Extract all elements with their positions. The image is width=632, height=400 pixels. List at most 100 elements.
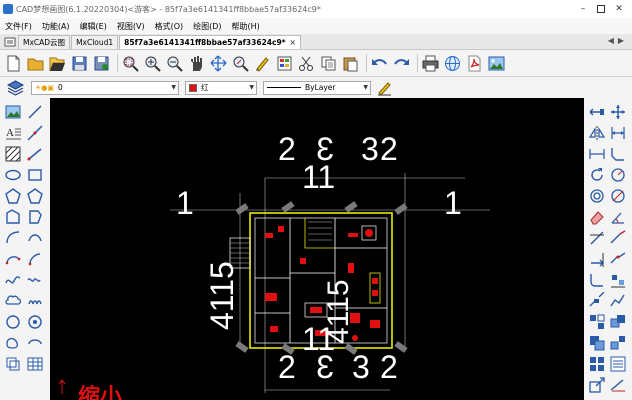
wave-line-button[interactable] <box>25 270 45 290</box>
tab-next-icon[interactable]: ▶ <box>618 36 624 45</box>
color-dropdown[interactable]: 红 ▼ <box>185 80 257 95</box>
tab-list-icon[interactable] <box>4 36 16 48</box>
arc-center-button[interactable] <box>25 228 45 248</box>
wipeout-button[interactable] <box>3 333 23 353</box>
ellipse-button[interactable] <box>3 165 23 185</box>
properties-button[interactable] <box>608 354 628 374</box>
zoom-window-button[interactable] <box>121 54 140 73</box>
menu-edit[interactable]: 编辑(E) <box>75 21 112 32</box>
minimize-button[interactable]: – <box>574 0 592 18</box>
join-button[interactable] <box>608 249 628 269</box>
layer-dropdown[interactable]: ☀●▣ 0 ▼ <box>31 80 179 95</box>
save-button[interactable] <box>70 54 89 73</box>
dimension-radius-button[interactable] <box>608 165 628 185</box>
polyline-button[interactable] <box>3 207 23 227</box>
rectangle-button[interactable] <box>25 165 45 185</box>
construction-line-button[interactable] <box>25 123 45 143</box>
linetype-dropdown[interactable]: ByLayer ▼ <box>263 80 371 95</box>
block-button[interactable] <box>3 354 23 374</box>
insert-image-button[interactable] <box>3 102 23 122</box>
pedit-button[interactable] <box>608 291 628 311</box>
zoom-extents-button[interactable] <box>209 54 228 73</box>
erase-button[interactable] <box>587 207 607 227</box>
distance-button[interactable] <box>608 375 628 395</box>
export-pdf-button[interactable] <box>465 54 484 73</box>
menu-view[interactable]: 视图(V) <box>112 21 150 32</box>
maximize-button[interactable] <box>592 0 610 18</box>
array-button[interactable] <box>587 354 607 374</box>
ellipse-arc-button[interactable] <box>25 333 45 353</box>
layer-manager-button[interactable] <box>6 78 25 97</box>
menu-help[interactable]: 帮助(H) <box>227 21 265 32</box>
tab-mxcloud1[interactable]: MxCloud1 <box>71 35 119 49</box>
open-button[interactable] <box>48 54 67 73</box>
align-button[interactable] <box>608 270 628 290</box>
dimension-aligned-button[interactable] <box>587 144 607 164</box>
lengthen-button[interactable] <box>608 228 628 248</box>
menu-format[interactable]: 格式(O) <box>150 21 189 32</box>
zoom-out-button[interactable] <box>165 54 184 73</box>
menu-draw[interactable]: 绘图(D) <box>188 21 226 32</box>
stretch-button[interactable] <box>587 102 607 122</box>
rotate-button[interactable] <box>587 165 607 185</box>
menu-file[interactable]: 文件(F) <box>0 21 37 32</box>
redo-button[interactable] <box>392 54 411 73</box>
pan-button[interactable] <box>187 54 206 73</box>
zoom-realtime-button[interactable] <box>231 54 250 73</box>
tab-mxcad-cloud[interactable]: MxCAD云图 <box>18 35 71 49</box>
donut-button[interactable] <box>25 312 45 332</box>
new-file-button[interactable] <box>4 54 23 73</box>
region-button[interactable] <box>25 207 45 227</box>
tab-current-drawing[interactable]: 85f7a3e6141341ff8bbae57af33624c9* × <box>119 35 301 49</box>
offset-button[interactable] <box>587 186 607 206</box>
pentagon-button[interactable] <box>25 186 45 206</box>
text-button[interactable]: A <box>3 123 23 143</box>
mirror-button[interactable] <box>587 123 607 143</box>
zoom-in-button[interactable] <box>143 54 162 73</box>
arc-button[interactable] <box>3 228 23 248</box>
scale-button[interactable] <box>587 375 607 395</box>
rotate-icon <box>591 168 603 181</box>
arc-cloud-button[interactable] <box>25 291 45 311</box>
export-image-button[interactable] <box>487 54 506 73</box>
layer-properties-button[interactable] <box>275 54 294 73</box>
polygon-button[interactable] <box>3 186 23 206</box>
close-button[interactable]: ✕ <box>610 0 628 18</box>
dimension-linear-button[interactable] <box>608 123 628 143</box>
explode-button[interactable] <box>587 312 607 332</box>
chamfer-button[interactable] <box>608 144 628 164</box>
cut-button[interactable] <box>297 54 316 73</box>
dimension-diameter-button[interactable] <box>608 186 628 206</box>
break-button[interactable] <box>587 291 607 311</box>
copy-object-button[interactable] <box>587 333 607 353</box>
tab-close-button[interactable]: × <box>290 38 296 47</box>
web-button[interactable] <box>443 54 462 73</box>
open-folder-button[interactable] <box>26 54 45 73</box>
ungroup-button[interactable] <box>608 333 628 353</box>
copy-button[interactable] <box>319 54 338 73</box>
trim-button[interactable] <box>587 228 607 248</box>
table-button[interactable] <box>25 354 45 374</box>
drawing-canvas[interactable]: 2 3 3 2 11 1 1 4115 4115 11 2 3 3 2 缩小 <box>50 98 584 400</box>
save-as-button[interactable] <box>92 54 111 73</box>
ray-button[interactable] <box>25 144 45 164</box>
point-button[interactable] <box>25 249 45 269</box>
hatch-button[interactable] <box>3 144 23 164</box>
undo-button[interactable] <box>370 54 389 73</box>
dimension-angular-button[interactable] <box>608 207 628 227</box>
extend-button[interactable] <box>587 249 607 269</box>
line-button[interactable] <box>25 102 45 122</box>
spline-button[interactable] <box>3 270 23 290</box>
circle-button[interactable] <box>3 312 23 332</box>
tab-prev-icon[interactable]: ◀ <box>608 36 614 45</box>
line-weight-button[interactable] <box>375 78 394 97</box>
group-button[interactable] <box>608 312 628 332</box>
fillet-button[interactable] <box>587 270 607 290</box>
menu-function[interactable]: 功能(A) <box>37 21 75 32</box>
revision-cloud-button[interactable] <box>3 291 23 311</box>
match-properties-button[interactable] <box>253 54 272 73</box>
paste-button[interactable] <box>341 54 360 73</box>
arc-3point-button[interactable] <box>3 249 23 269</box>
move-button[interactable] <box>608 102 628 122</box>
print-button[interactable] <box>421 54 440 73</box>
